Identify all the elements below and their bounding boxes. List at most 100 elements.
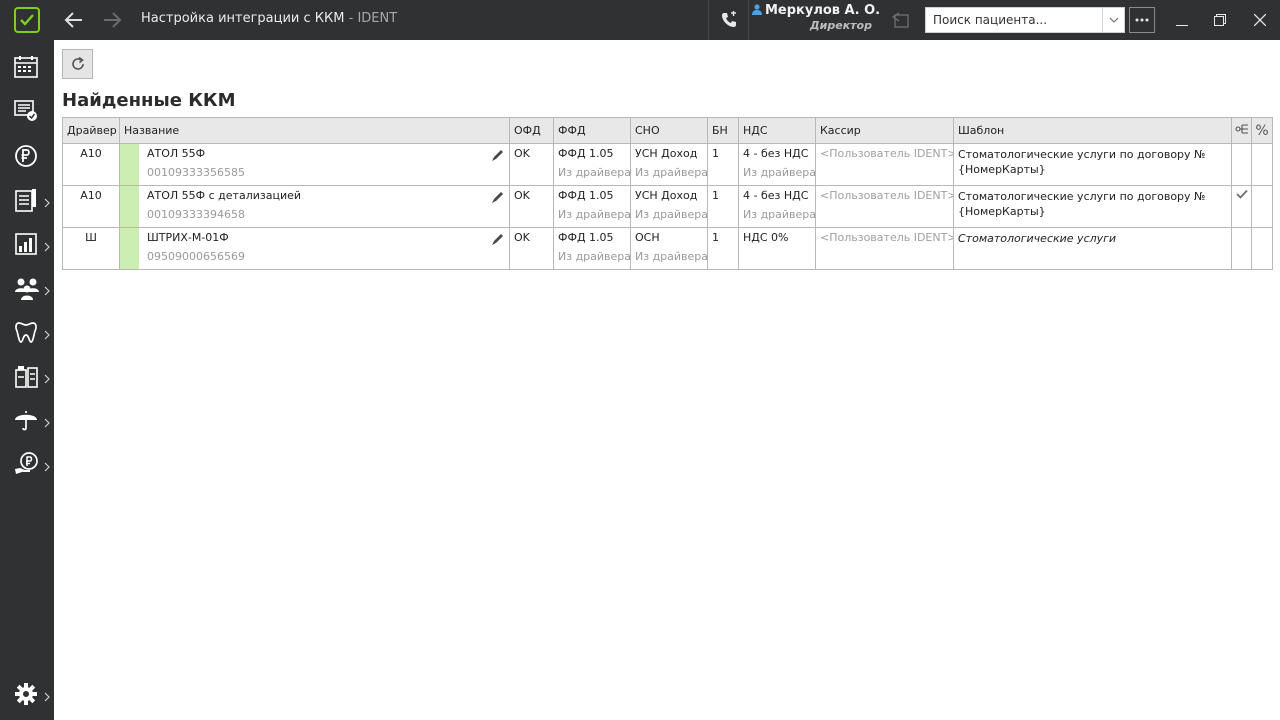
table-row[interactable]: Ш ШТРИХ-М-01Ф 09509000656569 OK ФФД 1.05 Из д… [62, 227, 1273, 270]
ruble-icon [14, 144, 40, 168]
nds-value: 4 - без НДС [743, 189, 809, 202]
app-logo-icon[interactable] [14, 7, 40, 33]
cell-name[interactable]: АТОЛ 55Ф 00109333356585 [119, 143, 510, 186]
cell-template[interactable]: Стоматологические услуги по договору №{Н… [953, 143, 1232, 186]
pencil-icon[interactable] [491, 148, 507, 162]
nds-source: Из драйвера [743, 208, 816, 221]
sidebar-item-payments[interactable] [0, 444, 54, 484]
cell-name[interactable]: ШТРИХ-М-01Ф 09509000656569 [119, 227, 510, 270]
payment-hand-icon [14, 452, 40, 476]
ffd-source: Из драйвера [558, 166, 631, 179]
page-title: Найденные ККМ [62, 90, 236, 111]
cell-driver: А10 [62, 185, 120, 228]
table-row[interactable]: А10 АТОЛ 55Ф 00109333356585 OK ФФД 1.05 Из др… [62, 143, 1273, 186]
sidebar-item-settings[interactable] [0, 674, 54, 714]
user-name: Меркулов А. О. [765, 3, 881, 18]
schedule-icon [14, 56, 40, 80]
patient-search[interactable] [925, 7, 1125, 33]
sidebar-item-analytics[interactable] [0, 224, 54, 264]
sidebar-item-schedule[interactable] [0, 48, 54, 88]
chevron-right-icon [44, 281, 50, 300]
chevron-down-icon[interactable] [1102, 8, 1124, 32]
header-bn[interactable]: БН [707, 117, 739, 144]
cell-nds[interactable]: 4 - без НДС Из драйвера [738, 185, 816, 228]
ellipsis-icon[interactable] [1129, 7, 1155, 33]
chevron-right-icon [44, 413, 50, 432]
phone-icon[interactable] [716, 8, 742, 32]
header-nds[interactable]: НДС [738, 117, 816, 144]
cell-default[interactable] [1231, 227, 1252, 270]
staff-icon [14, 276, 40, 300]
analytics-icon [14, 232, 40, 256]
header-template[interactable]: Шаблон [953, 117, 1232, 144]
sidebar-item-visits[interactable] [0, 92, 54, 132]
checkmark-icon [1236, 189, 1248, 202]
cell-sno[interactable]: ОСН Из драйвера [630, 227, 708, 270]
cell-bn[interactable]: 1 [707, 143, 739, 186]
header-name[interactable]: Название [119, 117, 510, 144]
kkm-serial: 09509000656569 [147, 250, 245, 263]
header-driver[interactable]: Драйвер [62, 117, 120, 144]
header-cashier[interactable]: Кассир [815, 117, 954, 144]
sidebar-item-finance[interactable] [0, 136, 54, 176]
close-icon[interactable] [1248, 8, 1272, 32]
ffd-value: ФФД 1.05 [558, 231, 614, 244]
cell-sno[interactable]: УСН Доход Из драйвера [630, 143, 708, 186]
header-percent[interactable]: % [1251, 117, 1273, 144]
minimize-icon[interactable] [1170, 8, 1194, 32]
header-ofd[interactable]: ОФД [509, 117, 554, 144]
kkm-name: ШТРИХ-М-01Ф [147, 231, 229, 244]
header-ffd[interactable]: ФФД [553, 117, 631, 144]
sidebar-item-insurance[interactable] [0, 400, 54, 440]
pencil-icon[interactable] [491, 190, 507, 204]
cell-template[interactable]: Стоматологические услуги по договору №{Н… [953, 185, 1232, 228]
cell-sno[interactable]: УСН Доход Из драйвера [630, 185, 708, 228]
search-input[interactable] [926, 8, 1102, 32]
sidebar-item-dental[interactable] [0, 312, 54, 352]
forward-arrow-icon[interactable] [98, 8, 126, 32]
cell-cashier[interactable]: <Пользователь IDENT> [815, 143, 954, 186]
cell-bn[interactable]: 1 [707, 185, 739, 228]
cell-percent[interactable] [1251, 143, 1273, 186]
cell-default[interactable] [1231, 185, 1252, 228]
cell-cashier[interactable]: <Пользователь IDENT> [815, 185, 954, 228]
header-sno[interactable]: СНО [630, 117, 708, 144]
user-info[interactable]: Меркулов А. О. Директор [752, 3, 880, 32]
restore-icon[interactable] [1208, 8, 1232, 32]
sidebar-item-reports[interactable] [0, 180, 54, 220]
cell-template[interactable]: Стоматологические услуги [953, 227, 1232, 270]
cell-name[interactable]: АТОЛ 55Ф с детализацией 00109333394658 [119, 185, 510, 228]
cell-percent[interactable] [1251, 185, 1273, 228]
history-back-icon[interactable] [887, 8, 913, 32]
lab-icon [14, 364, 40, 388]
sno-value: ОСН [635, 231, 660, 244]
status-strip [120, 144, 139, 185]
cell-cashier[interactable]: <Пользователь IDENT> [815, 227, 954, 270]
chevron-right-icon [44, 457, 50, 476]
sno-value: УСН Доход [635, 189, 698, 202]
cell-nds[interactable]: НДС 0% [738, 227, 816, 270]
nds-value: 4 - без НДС [743, 147, 809, 160]
kkm-table: Драйвер Название ОФД ФФД СНО БН НДС Касс… [62, 117, 1273, 270]
user-role: Директор [809, 19, 872, 32]
cell-percent[interactable] [1251, 227, 1273, 270]
chevron-right-icon [44, 369, 50, 388]
cell-ffd[interactable]: ФФД 1.05 Из драйвера [553, 185, 631, 228]
kkm-name: АТОЛ 55Ф [147, 147, 206, 160]
cell-ffd[interactable]: ФФД 1.05 Из драйвера [553, 143, 631, 186]
refresh-button[interactable] [62, 49, 93, 79]
ffd-source: Из драйвера [558, 208, 631, 221]
sidebar-item-lab[interactable] [0, 356, 54, 396]
cell-bn[interactable]: 1 [707, 227, 739, 270]
sidebar [0, 40, 54, 720]
pencil-icon[interactable] [491, 232, 507, 246]
cell-nds[interactable]: 4 - без НДС Из драйвера [738, 143, 816, 186]
ffd-value: ФФД 1.05 [558, 147, 614, 160]
cell-default[interactable] [1231, 143, 1252, 186]
back-arrow-icon[interactable] [60, 8, 88, 32]
cell-ffd[interactable]: ФФД 1.05 Из драйвера [553, 227, 631, 270]
table-row[interactable]: А10 АТОЛ 55Ф с детализацией 00109333394658… [62, 185, 1273, 228]
header-tree[interactable] [1231, 117, 1252, 144]
sno-source: Из драйвера [635, 208, 708, 221]
sidebar-item-staff[interactable] [0, 268, 54, 308]
